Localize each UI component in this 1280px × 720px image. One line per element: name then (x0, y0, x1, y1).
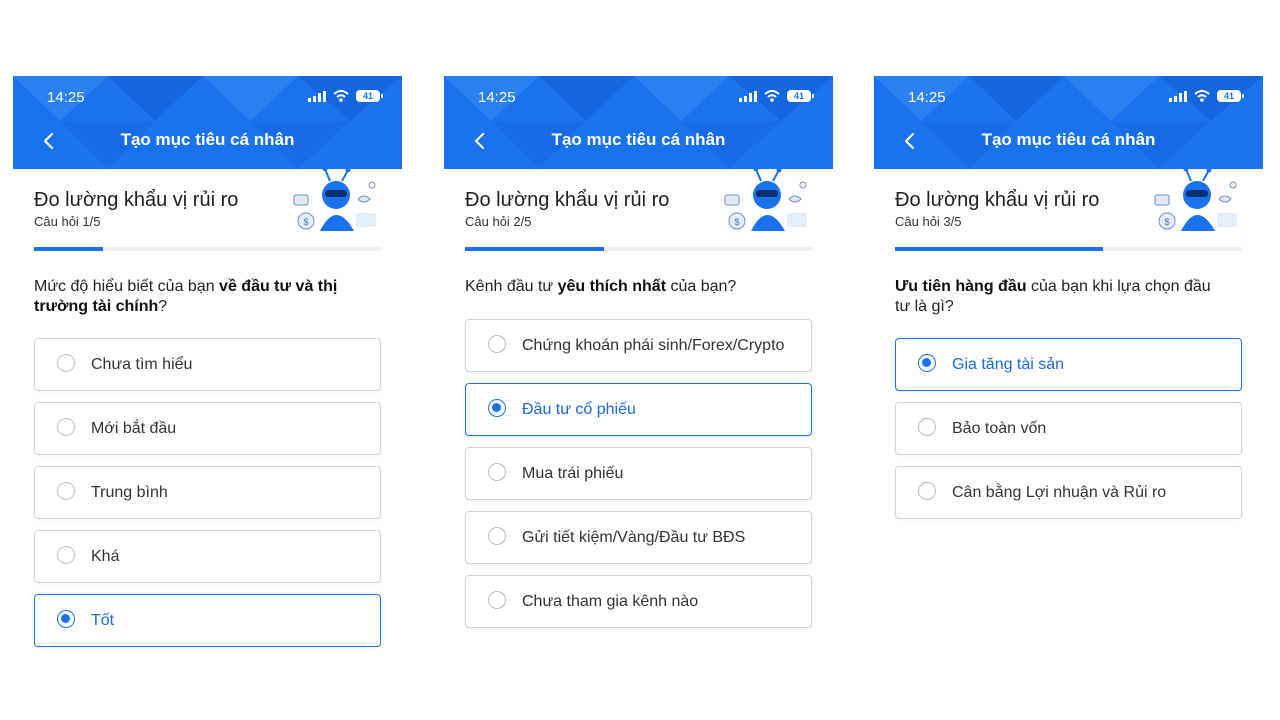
answer-option-label: Mua trái phiếu (522, 465, 624, 482)
progress-fill (34, 247, 104, 251)
answer-option[interactable]: Bảo toàn vốn (895, 402, 1242, 455)
answer-option[interactable]: Khá (34, 530, 381, 583)
answer-option[interactable]: Mới bắt đầu (34, 402, 381, 455)
app-header: 14:25 41 Tạo mục tiêu cá nhân (444, 76, 833, 169)
section-title: Đo lường khẩu vị rủi ro (465, 189, 670, 211)
battery-icon: 41 (1217, 90, 1244, 102)
signal-icon (739, 90, 757, 102)
answer-option[interactable]: Gia tăng tài sản (895, 338, 1242, 391)
radio-button[interactable] (488, 399, 506, 417)
phone-screen-2: 14:25 41 Tạo mục tiêu cá nhân Đo lường k… (444, 76, 833, 676)
radio-button[interactable] (57, 354, 75, 372)
question-text-pre: Mức độ hiểu biết của bạn (34, 278, 220, 295)
radio-button[interactable] (57, 546, 75, 564)
status-icons: 41 (308, 90, 383, 102)
wifi-icon (1194, 90, 1210, 102)
phone-screen-3: 14:25 41 Tạo mục tiêu cá nhân Đo lường k… (874, 76, 1263, 676)
answer-option[interactable]: Chưa tìm hiểu (34, 338, 381, 391)
answer-option-label: Chưa tham gia kênh nào (522, 593, 699, 610)
question-count: Câu hỏi 3/5 (895, 214, 962, 229)
answer-option-label: Bảo toàn vốn (952, 420, 1047, 437)
progress-bar (895, 247, 1242, 251)
question-text-bold: yêu thích nhất (557, 278, 667, 295)
radio-button[interactable] (57, 482, 75, 500)
radio-button[interactable] (918, 354, 936, 372)
question-text-pre: Kênh đầu tư (465, 278, 558, 295)
question-text-post: của bạn? (666, 278, 737, 295)
progress-fill (895, 247, 1104, 251)
question-count: Câu hỏi 1/5 (34, 214, 101, 229)
status-time: 14:25 (478, 89, 516, 106)
battery-icon: 41 (787, 90, 814, 102)
answer-option-label: Trung bình (91, 484, 168, 501)
answer-option[interactable]: Trung bình (34, 466, 381, 519)
answer-option-label: Tốt (91, 612, 115, 629)
answer-option[interactable]: Đầu tư cổ phiếu (465, 383, 812, 436)
question-text: Ưu tiên hàng đầu của bạn khi lựa chọn đầ… (895, 277, 1225, 317)
phone-screen-1: 14:25 41 Tạo mục tiêu cá nhân Đo lường k… (13, 76, 402, 676)
radio-button[interactable] (918, 482, 936, 500)
radio-button[interactable] (918, 418, 936, 436)
progress-bar (34, 247, 381, 251)
question-text: Kênh đầu tư yêu thích nhất của bạn? (465, 277, 795, 297)
answer-option-label: Chưa tìm hiểu (91, 356, 193, 373)
question-text: Mức độ hiểu biết của bạn về đầu tư và th… (34, 277, 364, 317)
answer-option-label: Mới bắt đầu (91, 420, 177, 437)
svg-text:$: $ (303, 217, 308, 227)
app-header: 14:25 41 Tạo mục tiêu cá nhân (13, 76, 402, 169)
radio-button[interactable] (57, 418, 75, 436)
answer-option-label: Khá (91, 548, 120, 565)
answer-option[interactable]: Mua trái phiếu (465, 447, 812, 500)
header-title: Tạo mục tiêu cá nhân (551, 130, 726, 149)
radio-button[interactable] (488, 591, 506, 609)
signal-icon (308, 90, 326, 102)
header-title: Tạo mục tiêu cá nhân (981, 130, 1156, 149)
ant-mascot-icon: $ (293, 169, 376, 231)
answer-option[interactable]: Tốt (34, 594, 381, 647)
svg-text:$: $ (1164, 217, 1169, 227)
section-title: Đo lường khẩu vị rủi ro (34, 189, 239, 211)
section-title: Đo lường khẩu vị rủi ro (895, 189, 1100, 211)
wifi-icon (333, 90, 349, 102)
svg-text:$: $ (734, 217, 739, 227)
answer-option[interactable]: Cân bằng Lợi nhuận và Rủi ro (895, 466, 1242, 519)
answer-option-label: Cân bằng Lợi nhuận và Rủi ro (952, 484, 1167, 501)
radio-button[interactable] (488, 335, 506, 353)
signal-icon (1169, 90, 1187, 102)
question-text-bold: Ưu tiên hàng đầu (895, 278, 1027, 295)
header-title: Tạo mục tiêu cá nhân (120, 130, 295, 149)
answer-option-label: Đầu tư cổ phiếu (522, 401, 636, 418)
answer-option-label: Gửi tiết kiệm/Vàng/Đầu tư BĐS (522, 529, 746, 546)
status-time: 14:25 (47, 89, 85, 106)
answer-option-label: Gia tăng tài sản (952, 356, 1065, 373)
question-count: Câu hỏi 2/5 (465, 214, 532, 229)
answer-option[interactable]: Chứng khoán phái sinh/Forex/Crypto (465, 319, 812, 372)
progress-fill (465, 247, 604, 251)
answer-option-label: Chứng khoán phái sinh/Forex/Crypto (522, 337, 785, 354)
ant-mascot-icon: $ (724, 169, 807, 231)
answer-option[interactable]: Chưa tham gia kênh nào (465, 575, 812, 628)
progress-bar (465, 247, 812, 251)
question-text-post: ? (158, 298, 168, 315)
status-icons: 41 (739, 90, 814, 102)
status-icons: 41 (1169, 90, 1244, 102)
status-time: 14:25 (908, 89, 946, 106)
answer-option[interactable]: Gửi tiết kiệm/Vàng/Đầu tư BĐS (465, 511, 812, 564)
radio-button[interactable] (488, 463, 506, 481)
ant-mascot-icon: $ (1154, 169, 1237, 231)
radio-button[interactable] (488, 527, 506, 545)
radio-button[interactable] (57, 610, 75, 628)
app-header: 14:25 41 Tạo mục tiêu cá nhân (874, 76, 1263, 169)
battery-icon: 41 (356, 90, 383, 102)
wifi-icon (764, 90, 780, 102)
